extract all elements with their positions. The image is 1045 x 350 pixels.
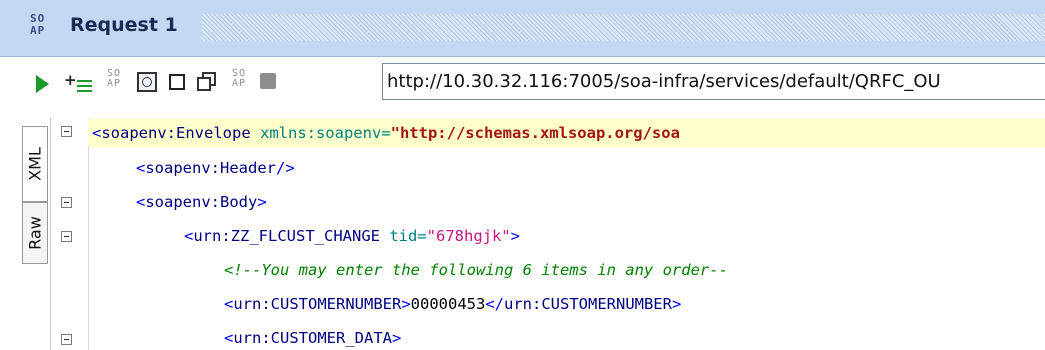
maximize-icon[interactable] <box>169 74 185 90</box>
code-line: <urn:CUSTOMERNUMBER>00000453</urn:CUSTOM… <box>88 290 681 318</box>
attribute-value: "678hgjk" <box>426 227 511 245</box>
endpoint-url-input[interactable]: http://10.30.32.116:7005/soa-infra/servi… <box>382 63 1045 100</box>
tag-bracket: < <box>184 227 194 245</box>
code-line: <!--You may enter the following 6 items … <box>88 256 728 284</box>
refresh-window-icon[interactable] <box>137 72 157 92</box>
code-line: <urn:ZZ_FLCUST_CHANGE tid="678hgjk"> <box>88 222 520 250</box>
refresh-circle <box>142 77 152 87</box>
tag-name: urn:CUSTOMER_DATA <box>233 329 392 347</box>
fold-toggle-body[interactable] <box>61 197 72 208</box>
tab-raw-label: Raw <box>25 216 45 250</box>
tag-name: soapenv:Body <box>145 193 258 211</box>
tab-xml[interactable]: XML <box>22 126 48 202</box>
attribute-name: tid= <box>379 227 427 245</box>
request-titlebar: SO AP Request 1 <box>0 0 1045 57</box>
tab-xml-label: XML <box>25 147 45 181</box>
tag-bracket: > <box>257 193 267 211</box>
soap-request-icon: SO AP <box>30 13 56 43</box>
fold-toggle-change[interactable] <box>61 231 72 242</box>
fold-toggle-envelope[interactable] <box>61 126 72 137</box>
tag-name: urn:CUSTOMERNUMBER <box>504 295 672 313</box>
run-icon[interactable] <box>36 75 49 93</box>
request-title: Request 1 <box>70 14 178 36</box>
xml-comment: <!--You may enter the following 6 items … <box>224 261 728 279</box>
attribute-value: "http://schemas.xmlsoap.org/soa <box>390 124 680 142</box>
tag-bracket: < <box>224 295 234 313</box>
soap-icon-bottom: AP <box>30 24 46 37</box>
restore-window-icon[interactable] <box>197 72 217 92</box>
soap-icon-2[interactable]: SO AP <box>232 69 246 89</box>
tag-bracket: > <box>671 295 682 313</box>
tag-bracket: </ <box>485 295 504 313</box>
tag-name: urn:CUSTOMERNUMBER <box>233 295 402 313</box>
soap-icon-1[interactable]: SO AP <box>107 69 121 89</box>
restore-front <box>197 77 211 91</box>
tag-name: urn:ZZ_FLCUST_CHANGE <box>193 227 380 245</box>
titlebar-hatch[interactable] <box>202 14 1045 41</box>
tab-raw[interactable]: Raw <box>22 202 48 264</box>
tag-bracket: < <box>136 193 146 211</box>
tag-bracket: < <box>136 159 146 177</box>
tag-name: soapenv:Header <box>145 159 276 177</box>
tag-bracket: /> <box>276 159 295 177</box>
fold-toggle-customer-data[interactable] <box>61 334 72 345</box>
add-to-testcase-icon[interactable]: + <box>63 70 95 98</box>
code-line: <soapenv:Header/> <box>88 154 295 182</box>
element-text: 00000453 <box>410 295 486 313</box>
tag-bracket: > <box>391 329 402 347</box>
code-line: <urn:CUSTOMER_DATA> <box>88 324 401 350</box>
soap-icon-bottom-2: AP <box>232 78 247 89</box>
tag-bracket: > <box>510 227 520 245</box>
xml-editor[interactable]: <soapenv:Envelope xmlns:soapenv="http://… <box>88 118 1045 350</box>
code-line: <soapenv:Envelope xmlns:soapenv="http://… <box>88 119 1045 147</box>
attribute-name: xmlns:soapenv= <box>250 124 391 142</box>
tag-bracket: > <box>401 295 411 313</box>
tag-bracket: < <box>224 329 234 347</box>
stop-icon[interactable] <box>260 73 276 89</box>
svg-text:+: + <box>64 71 77 89</box>
tag-name: soapenv:Envelope <box>101 124 251 142</box>
tag-bracket: < <box>92 124 102 142</box>
soap-icon-bottom-1: AP <box>107 78 122 89</box>
code-line: <soapenv:Body> <box>88 188 267 216</box>
